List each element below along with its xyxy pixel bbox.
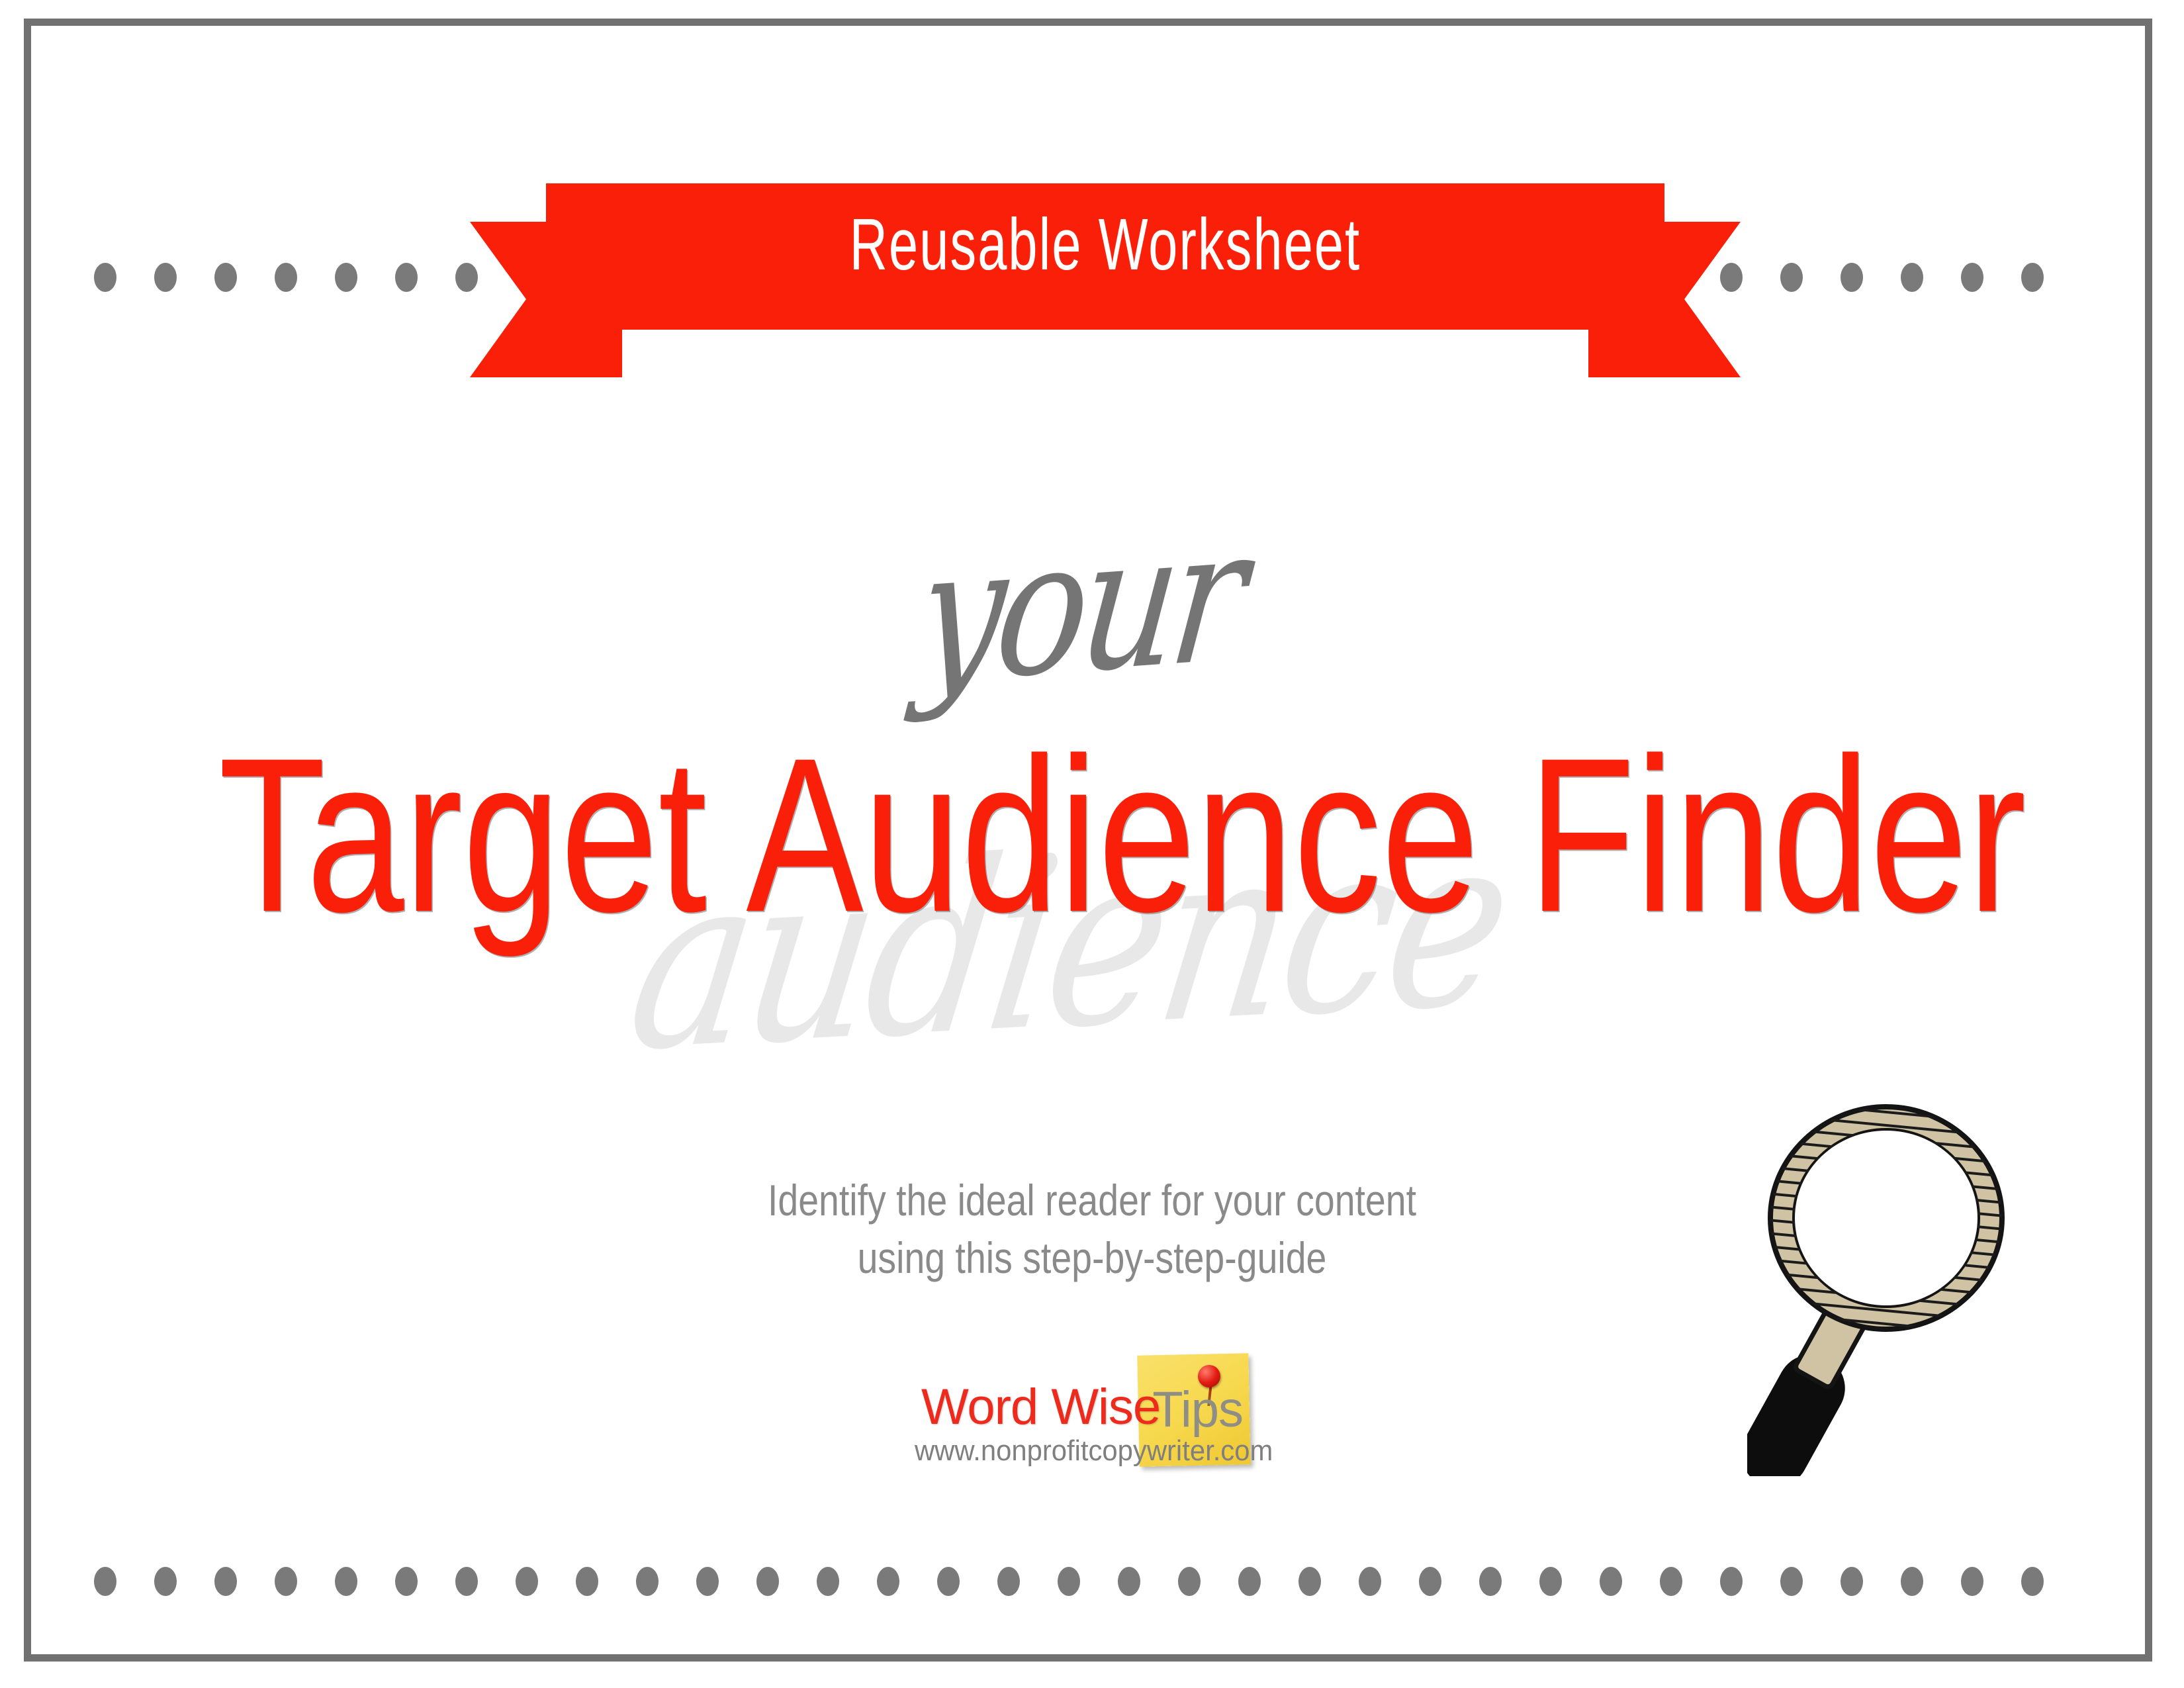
divider-dot	[1901, 263, 1923, 292]
subtitle-line-1: Identify the ideal reader for your conte…	[767, 1176, 1417, 1225]
divider-dot	[275, 263, 297, 292]
divider-dot	[275, 1567, 297, 1596]
dotted-divider-bottom	[94, 1566, 2079, 1597]
divider-dot	[1058, 1567, 1080, 1596]
divider-dot	[214, 1567, 237, 1596]
divider-dot	[937, 1567, 960, 1596]
magnifying-glass-icon	[1747, 1086, 2025, 1476]
page-subtitle: Identify the ideal reader for your conte…	[175, 1172, 2009, 1287]
divider-dot	[516, 1567, 538, 1596]
divider-dot	[1118, 1567, 1140, 1596]
divider-dot	[756, 1567, 779, 1596]
divider-dot	[1660, 1567, 1682, 1596]
subtitle-line-2: using this step-by-step-guide	[857, 1233, 1327, 1283]
divider-dot	[395, 1567, 418, 1596]
worksheet-cover-page: Reusable Worksheet your audience Target …	[0, 0, 2184, 1688]
divider-dot	[2021, 263, 2044, 292]
brand-logo: Word Wise Tips www.nonprofitcopywriter.c…	[905, 1350, 1273, 1483]
divider-dot	[94, 1567, 116, 1596]
divider-dot	[395, 263, 418, 292]
divider-dot	[1841, 1567, 1863, 1596]
divider-dot	[1479, 1567, 1502, 1596]
divider-dot	[2021, 1567, 2044, 1596]
divider-dot	[335, 263, 357, 292]
divider-dot	[877, 1567, 899, 1596]
divider-dot	[154, 1567, 177, 1596]
divider-dot	[1178, 1567, 1201, 1596]
divider-dot	[1298, 1567, 1321, 1596]
divider-dot	[1539, 1567, 1562, 1596]
divider-dot	[1780, 1567, 1803, 1596]
divider-dot	[696, 1567, 719, 1596]
divider-dot	[154, 263, 177, 292]
divider-dot	[576, 1567, 598, 1596]
logo-word-wise: Word Wise	[921, 1379, 1161, 1435]
script-word-your: your	[908, 486, 1250, 726]
ribbon-label: Reusable Worksheet	[849, 203, 1361, 285]
magnifier-ring	[1767, 1103, 2005, 1333]
divider-dot	[1961, 1567, 1983, 1596]
divider-dot	[1901, 1567, 1923, 1596]
page-title: Target Audience Finder	[218, 712, 2026, 958]
divider-dot	[1720, 1567, 1743, 1596]
divider-dot	[1359, 1567, 1381, 1596]
divider-dot	[1841, 263, 1863, 292]
logo-tips: Tips	[1152, 1382, 1244, 1438]
divider-dot	[335, 1567, 357, 1596]
divider-dot	[817, 1567, 839, 1596]
divider-dot	[636, 1567, 659, 1596]
divider-dot	[214, 263, 237, 292]
divider-dot	[997, 1567, 1020, 1596]
divider-dot	[1238, 1567, 1261, 1596]
logo-website-url: www.nonprofitcopywriter.com	[915, 1434, 1273, 1467]
divider-dot	[455, 1567, 478, 1596]
ribbon-banner: Reusable Worksheet	[424, 159, 1787, 384]
divider-dot	[1419, 1567, 1441, 1596]
divider-dot	[94, 263, 116, 292]
divider-dot	[1600, 1567, 1622, 1596]
divider-dot	[1961, 263, 1983, 292]
